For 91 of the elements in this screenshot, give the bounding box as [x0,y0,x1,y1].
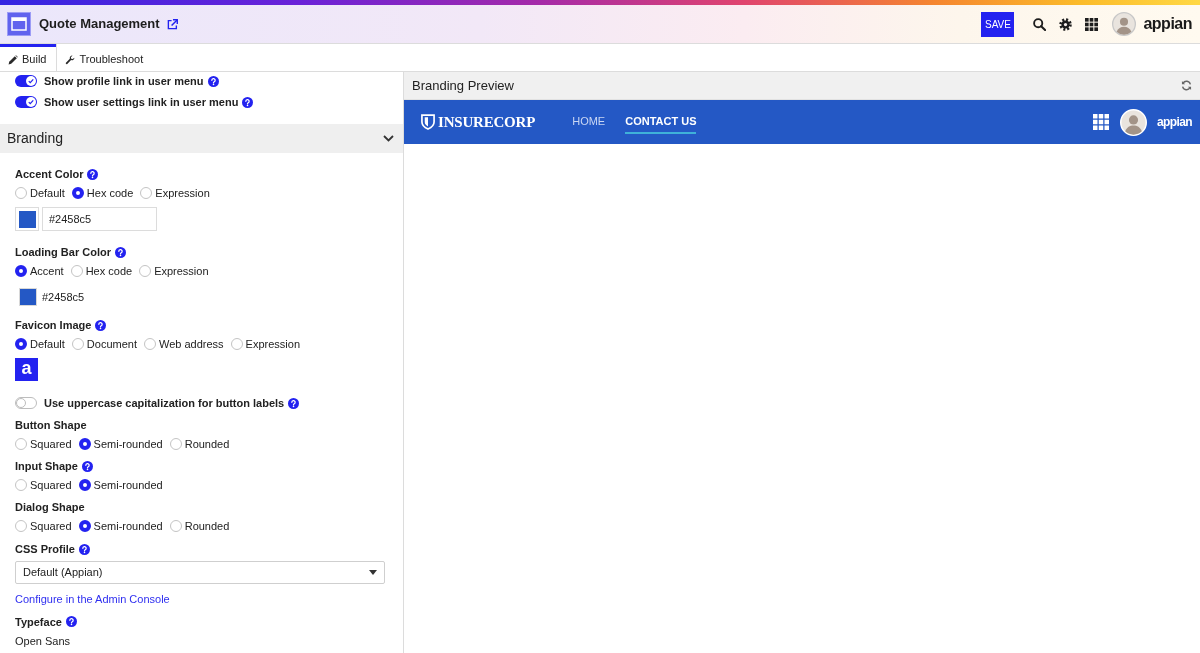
app-grid-icon[interactable] [1092,114,1109,130]
nav-link[interactable]: CONTACT US [625,110,697,134]
help-icon[interactable] [114,246,126,258]
css-profile-dropdown[interactable]: Default (Appian) [15,561,385,584]
help-icon[interactable] [288,397,300,409]
radio-button[interactable] [78,520,91,532]
radio-button[interactable] [139,265,152,277]
caret-down-icon [369,570,377,575]
radio-label: Rounded [184,519,230,534]
radio-label: Squared [30,478,72,493]
toggle-switch[interactable] [15,397,37,409]
check-icon [28,99,34,105]
typeface-value: Open Sans [15,633,71,649]
radio-button[interactable] [15,520,27,532]
save-button[interactable]: SAVE [981,11,1015,37]
help-icon[interactable] [81,460,93,472]
search-icon[interactable] [1033,17,1047,31]
panel-title: Branding Preview [412,76,514,95]
field-label: Accent Color [15,167,84,182]
radio-label: Accent [30,264,64,279]
radio-button[interactable] [230,338,243,350]
radio-button[interactable] [169,438,182,450]
nav-link[interactable]: HOME [572,110,606,134]
chevron-down-icon [383,135,394,142]
radio-label: Document [86,337,137,352]
radio-label: Expression [245,337,301,352]
refresh-icon[interactable] [1181,80,1192,91]
help-icon[interactable] [95,319,107,331]
radio-button[interactable] [15,187,27,199]
hex-value: #2458c5 [42,289,85,305]
check-icon [28,78,34,84]
radio-button[interactable] [15,265,27,277]
radio-label: Expression [155,186,210,201]
radio-label: Squared [30,437,72,452]
toggle-switch[interactable] [15,75,37,87]
wrench-icon [65,54,76,65]
section-header[interactable]: Branding [0,124,403,153]
radio-button[interactable] [144,338,156,350]
radio-label: Rounded [184,437,230,452]
radio-label: Semi-rounded [93,478,163,493]
radio-label: Hex code [85,264,133,279]
field-label: Button Shape [15,418,87,433]
favicon-preview: a [15,358,38,381]
help-icon[interactable] [78,543,90,555]
field-label: Input Shape [15,459,78,474]
radio-label: Hex code [86,186,134,201]
tab[interactable]: Build [0,44,58,71]
appian-logo: appian [1156,114,1192,131]
hex-input[interactable]: #2458c5 [42,207,157,231]
pencil-icon [8,54,18,65]
help-icon[interactable] [207,75,219,87]
field-label: Loading Bar Color [15,245,111,260]
toggle-switch[interactable] [15,96,37,108]
radio-button[interactable] [71,338,84,350]
radio-label: Default [30,186,65,201]
radio-label: Default [30,337,65,352]
radio-button[interactable] [70,265,83,277]
help-icon[interactable] [87,168,99,180]
shield-logo-icon [421,114,435,130]
radio-button[interactable] [78,438,91,450]
field-label: CSS Profile [15,542,75,557]
radio-button[interactable] [15,438,27,450]
radio-label: Web address [159,337,224,352]
radio-button[interactable] [15,479,27,491]
settings-icon[interactable] [1059,17,1073,31]
avatar[interactable] [1112,12,1137,36]
toggle-label: Use uppercase capitalization for button labels [44,396,285,411]
help-icon[interactable] [65,616,77,627]
appian-logo: appian [1143,16,1192,32]
app-grid-icon[interactable] [1085,17,1099,31]
radio-label: Semi-rounded [93,437,163,452]
app-window-icon [7,12,31,36]
brand-name: INSURECORP [438,112,536,132]
external-link-icon[interactable] [166,18,178,30]
radio-label: Expression [154,264,209,279]
field-label: Favicon Image [15,318,92,333]
field-label: Typeface [15,614,62,630]
toggle-label: Show user settings link in user menu [44,95,239,110]
radio-label: Semi-rounded [93,519,163,534]
app-title: Quote Management [39,15,160,34]
radio-button[interactable] [140,187,153,199]
toggle-label: Show profile link in user menu [44,74,204,89]
radio-label: Squared [30,519,72,534]
field-label: Dialog Shape [15,500,85,515]
radio-button[interactable] [169,520,182,532]
radio-button[interactable] [15,338,27,350]
tab[interactable]: Troubleshoot [57,44,154,71]
radio-button[interactable] [71,187,84,199]
admin-console-link[interactable]: Configure in the Admin Console [15,591,170,607]
help-icon[interactable] [242,96,254,108]
radio-button[interactable] [78,479,91,491]
